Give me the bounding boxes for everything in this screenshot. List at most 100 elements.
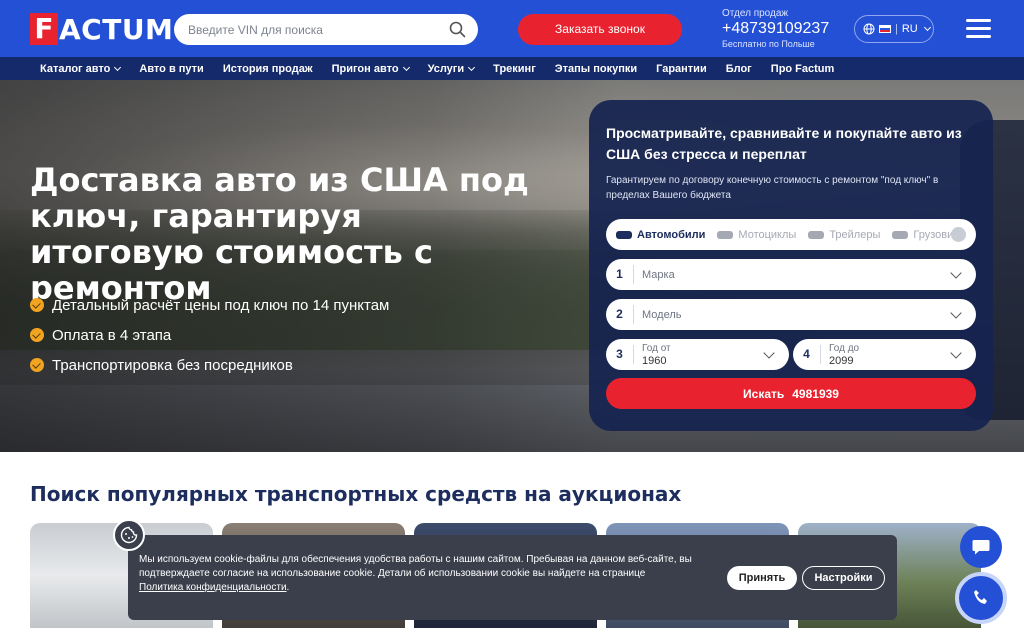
year-to-select[interactable]: 4 Год до 2099: [793, 339, 976, 370]
cookie-text-block: Мы используем cookie-файлы для обеспечен…: [139, 553, 709, 595]
sales-dept-label: Отдел продаж: [722, 8, 789, 19]
hero-bullet: Оплата в 4 этапа: [30, 320, 389, 350]
check-icon: [30, 328, 44, 342]
nav-item[interactable]: Про Factum: [771, 63, 835, 75]
card-caption-strip: [222, 628, 405, 640]
nav-item[interactable]: Авто в пути: [139, 63, 203, 75]
logo-text: ACTUM: [59, 12, 174, 46]
sales-phone-note: Бесплатно по Польше: [722, 39, 815, 49]
truck-icon: [892, 230, 909, 239]
hero-title: Доставка авто из США под ключ, гарантиру…: [30, 161, 529, 307]
cookie-settings-button[interactable]: Настройки: [802, 566, 885, 590]
step-number: 2: [606, 305, 634, 324]
logo-mark: F: [30, 13, 58, 45]
year-from-text: Год от 1960: [642, 343, 765, 367]
privacy-policy-link[interactable]: Политика конфиденциальности: [139, 582, 287, 593]
vehicle-search-panel: Просматривайте, сравнивайте и покупайте …: [589, 100, 993, 431]
nav-item-label: История продаж: [222, 62, 313, 75]
card-caption-strip: [798, 628, 981, 640]
nav-item-label: Про Factum: [770, 62, 835, 75]
nav-item[interactable]: История продаж: [223, 63, 313, 75]
nav-item-label: Блог: [725, 62, 752, 75]
popular-section-title: Поиск популярных транспортных средств на…: [30, 482, 682, 506]
main-nav: Каталог авто Авто в пути История продаж При…: [0, 57, 1024, 80]
nav-item-label: Гарантии: [656, 62, 707, 75]
cookie-text: Мы используем cookie-файлы для обеспечен…: [139, 554, 692, 579]
model-select[interactable]: 2 Модель: [606, 299, 976, 330]
chevron-down-icon: [468, 63, 476, 71]
nav-item-label: Этапы покупки: [554, 62, 638, 75]
tab-trailers[interactable]: Трейлеры: [808, 229, 880, 241]
cookie-banner: Мы используем cookie-файлы для обеспечен…: [128, 535, 897, 620]
nav-item[interactable]: Пригон авто: [332, 63, 410, 75]
sales-phone-link[interactable]: +48739109237: [722, 20, 829, 38]
hero-bullet: Детальный расчёт цены под ключ по 14 пун…: [30, 290, 389, 320]
burger-menu-icon[interactable]: [966, 19, 991, 38]
check-icon: [30, 358, 44, 372]
cookie-accept-button[interactable]: Принять: [727, 566, 797, 590]
year-to-text: Год до 2099: [829, 343, 952, 367]
vin-search-input[interactable]: [174, 14, 434, 45]
site-header: F ACTUM Заказать звонок Отдел продаж +48…: [0, 0, 1024, 57]
trailer-icon: [808, 230, 825, 239]
make-label: Марка: [642, 268, 675, 281]
vin-search: [174, 14, 478, 45]
make-select[interactable]: 1 Марка: [606, 259, 976, 290]
year-to-value: 2099: [829, 354, 854, 367]
check-icon: [30, 298, 44, 312]
nav-item[interactable]: Гарантии: [656, 63, 707, 75]
hero-bullet: Транспортировка без посредников: [30, 350, 389, 380]
chevron-down-icon: [923, 23, 931, 32]
hero-bullet-text: Оплата в 4 этапа: [52, 326, 172, 344]
cookie-link-suffix: .: [286, 582, 290, 593]
tab-label: Мотоциклы: [738, 228, 797, 241]
nav-item[interactable]: Услуги: [428, 63, 476, 75]
nav-item-label: Каталог авто: [40, 62, 111, 75]
panel-subtitle: Гарантируем по договору конечную стоимос…: [606, 175, 939, 201]
hero-bullet-text: Транспортировка без посредников: [52, 356, 293, 374]
tab-label: Трейлеры: [829, 228, 881, 241]
chevron-down-icon: [763, 346, 775, 359]
chevron-down-icon: [950, 346, 962, 359]
chevron-down-icon: [950, 266, 962, 279]
sales-contact: Отдел продаж +48739109237 Бесплатно по П…: [722, 8, 829, 49]
chevron-down-icon: [402, 63, 410, 71]
tab-motorcycles[interactable]: Мотоциклы: [717, 229, 796, 241]
vehicle-type-tabs: Автомобили Мотоциклы Трейлеры Грузовики: [606, 219, 976, 250]
step-number: 3: [606, 345, 634, 364]
card-caption-strip: [414, 628, 597, 640]
search-icon[interactable]: [449, 21, 466, 38]
panel-title: Просматривайте, сравнивайте и покупайте …: [606, 125, 962, 162]
card-caption-strip: [30, 628, 213, 640]
year-from-value: 1960: [642, 354, 667, 367]
nav-item[interactable]: Этапы покупки: [555, 63, 637, 75]
more-tabs-icon[interactable]: [951, 227, 966, 242]
logo[interactable]: F ACTUM: [30, 12, 174, 46]
model-label: Модель: [642, 308, 682, 321]
globe-icon: [863, 23, 875, 35]
language-selector[interactable]: | RU: [854, 15, 934, 43]
year-from-select[interactable]: 3 Год от 1960: [606, 339, 789, 370]
tab-cars[interactable]: Автомобили: [616, 229, 705, 241]
search-button-label: Искать: [743, 386, 785, 401]
step-number: 1: [606, 265, 634, 284]
nav-item-label: Трекинг: [493, 62, 536, 75]
card-caption-strip: [606, 628, 789, 640]
nav-item-label: Авто в пути: [139, 62, 204, 75]
phone-icon[interactable]: [955, 572, 1007, 624]
chat-icon[interactable]: [960, 526, 1002, 568]
request-call-button[interactable]: Заказать звонок: [518, 14, 682, 45]
nav-item[interactable]: Трекинг: [493, 63, 536, 75]
tab-label: Автомобили: [637, 228, 706, 241]
car-icon: [616, 230, 632, 239]
nav-item[interactable]: Блог: [726, 63, 752, 75]
lang-label: RU: [901, 23, 918, 35]
chevron-down-icon: [114, 63, 122, 71]
search-submit-button[interactable]: Искать 4981939: [606, 378, 976, 409]
flag-ru-icon: [879, 25, 891, 33]
hero-bullet-text: Детальный расчёт цены под ключ по 14 пун…: [52, 296, 390, 314]
cookie-icon[interactable]: [113, 519, 145, 551]
nav-item[interactable]: Каталог авто: [40, 62, 122, 75]
year-to-label: Год до: [829, 342, 860, 354]
step-number: 4: [793, 345, 821, 364]
